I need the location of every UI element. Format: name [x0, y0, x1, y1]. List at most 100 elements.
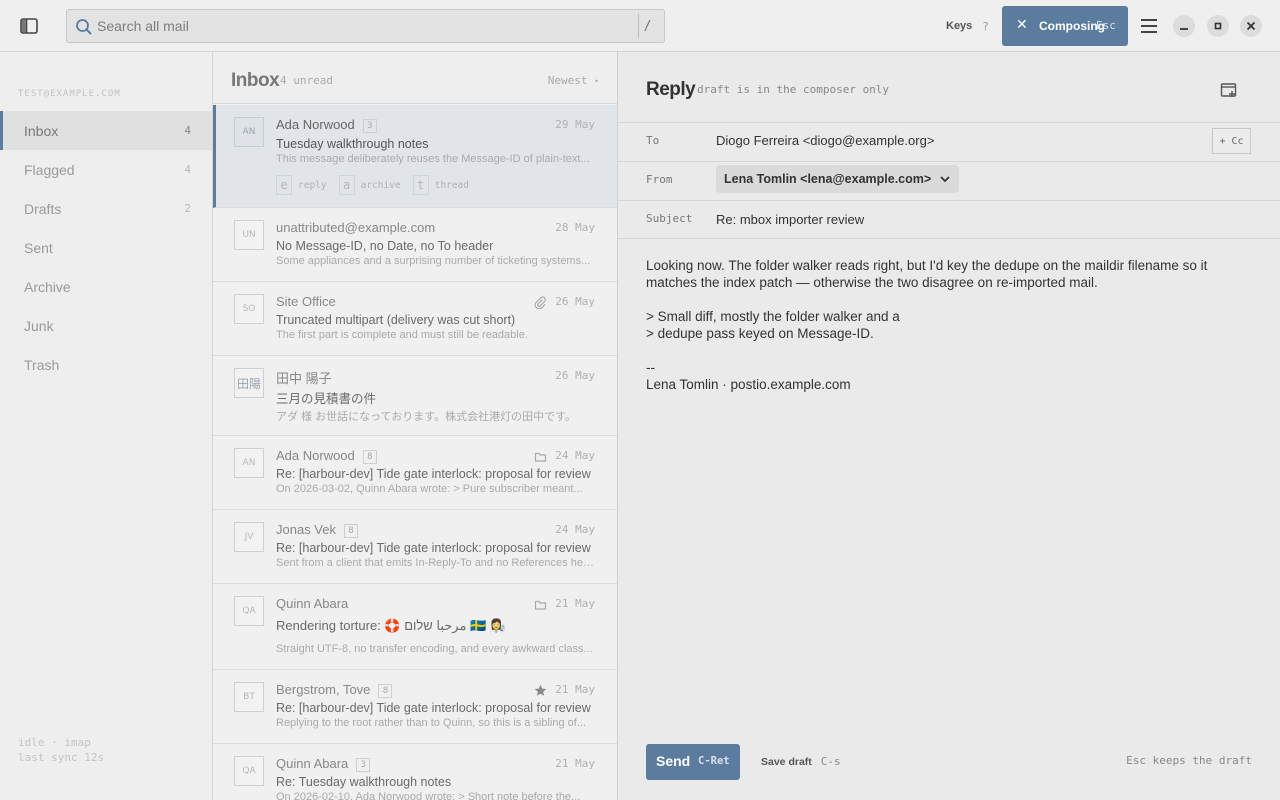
- avatar: AN: [234, 117, 264, 147]
- reply-key: e: [276, 175, 292, 195]
- search-shortcut-hint: /: [638, 14, 656, 38]
- keys-shortcut: ?: [982, 19, 989, 33]
- message-subject: Re: [harbour-dev] Tide gate interlock: p…: [276, 701, 591, 715]
- last-sync: last sync 12s: [18, 751, 105, 764]
- message-row[interactable]: QA Quinn Abara 21 May Rendering torture:…: [213, 584, 617, 670]
- account-email: test@example.com: [18, 89, 121, 99]
- archive-action[interactable]: a archive: [338, 175, 401, 195]
- from-value: Lena Tomlin <lena@example.com>: [724, 172, 932, 186]
- message-preview: Straight UTF-8, no transfer encoding, an…: [276, 643, 593, 655]
- avatar: BT: [234, 682, 264, 712]
- thread-count-badge: 8: [362, 450, 377, 464]
- sidebar-item-flagged[interactable]: Flagged 4: [0, 150, 212, 189]
- thread-count-badge: 3: [356, 758, 371, 772]
- sort-dropdown[interactable]: Newest •: [548, 74, 599, 87]
- message-preview: On 2026-02-10, Ada Norwood wrote: > Shor…: [276, 791, 581, 800]
- avatar: UN: [234, 220, 264, 250]
- message-row[interactable]: QA Quinn Abara 3 21 May Re: Tuesday walkt…: [213, 744, 617, 800]
- message-sender: Site Office: [276, 294, 336, 309]
- message-row[interactable]: AN Ada Norwood 8 24 May Re: [harbour-dev]…: [213, 436, 617, 510]
- thread-key: t: [412, 175, 429, 195]
- archive-key: a: [338, 175, 355, 195]
- minimize-button[interactable]: [1173, 15, 1195, 37]
- message-subject: Truncated multipart (delivery was cut sh…: [276, 313, 516, 327]
- save-draft-button[interactable]: Save draft C-s: [761, 755, 841, 768]
- sender-name: Bergstrom, Tove: [276, 682, 371, 697]
- thread-count-badge: 8: [344, 524, 358, 538]
- unread-count: 4 unread: [280, 74, 333, 87]
- message-row[interactable]: JV Jonas Vek 8 24 May Re: [harbour-dev] T…: [213, 510, 617, 584]
- folder-icon: [534, 596, 547, 610]
- close-window-button[interactable]: [1240, 15, 1262, 37]
- thread-action[interactable]: t thread: [412, 175, 469, 195]
- message-body-editor[interactable]: Looking now. The folder walker reads rig…: [618, 238, 1280, 738]
- subject-input[interactable]: [716, 208, 1236, 230]
- sidebar-item-inbox[interactable]: Inbox 4: [0, 111, 212, 150]
- sync-status: idle · imap last sync 12s: [18, 735, 104, 765]
- message-date: 26 May: [555, 369, 595, 382]
- sidebar-item-sent[interactable]: Sent: [0, 228, 212, 267]
- close-icon: ✕: [1016, 17, 1028, 33]
- message-sender: Ada Norwood 3: [276, 117, 377, 133]
- thread-count-badge: 8: [378, 684, 393, 698]
- to-field[interactable]: Diogo Ferreira <diogo@example.org>: [716, 133, 934, 148]
- folder-icon: [534, 448, 547, 462]
- message-subject: Rendering torture: 🛟 مرحبا שלום 🇸🇪 👩‍🔬: [276, 618, 507, 633]
- composer-title: Reply: [646, 79, 696, 100]
- message-date: 26 May: [555, 295, 595, 308]
- sidebar-toggle-icon[interactable]: [16, 14, 42, 38]
- message-date: 21 May: [555, 597, 595, 610]
- message-sender: Bergstrom, Tove 8: [276, 682, 393, 698]
- message-row[interactable]: BT Bergstrom, Tove 8 21 May Re: [harbour-…: [213, 670, 617, 744]
- message-preview: The first part is complete and must stil…: [276, 329, 528, 341]
- keys-button[interactable]: Keys ?: [946, 14, 989, 38]
- send-label: Send: [656, 753, 691, 769]
- message-row[interactable]: UN unattributed@example.com 28 May No Me…: [213, 208, 617, 282]
- to-label: To: [646, 134, 660, 147]
- message-date: 24 May: [555, 449, 595, 462]
- maximize-button[interactable]: [1207, 15, 1229, 37]
- star-icon[interactable]: [534, 682, 547, 696]
- folder-name: Archive: [24, 278, 71, 295]
- message-preview: Replying to the root rather than to Quin…: [276, 717, 587, 729]
- sidebar-item-junk[interactable]: Junk: [0, 306, 212, 345]
- message-body[interactable]: Looking now. The folder walker reads rig…: [646, 257, 1256, 393]
- popout-icon[interactable]: [1220, 81, 1238, 99]
- message-row[interactable]: 田陽 田中 陽子 26 May 三月の見積書の件 アダ 様 お世話になっておりま…: [213, 356, 617, 436]
- menu-icon[interactable]: [1139, 17, 1159, 35]
- subject-row: Subject: [618, 200, 1280, 239]
- message-row[interactable]: SO Site Office 26 May Truncated multipar…: [213, 282, 617, 356]
- sender-name: Ada Norwood: [276, 117, 355, 132]
- search-input[interactable]: [97, 10, 627, 42]
- quick-actions: e reply a archive t thread: [276, 175, 469, 195]
- avatar: JV: [234, 522, 264, 552]
- send-button[interactable]: Send C-Ret: [646, 744, 740, 780]
- from-select[interactable]: Lena Tomlin <lena@example.com>: [716, 165, 960, 193]
- reply-action[interactable]: e reply: [276, 175, 327, 195]
- reply-action-label: reply: [298, 179, 327, 191]
- avatar: QA: [234, 596, 264, 626]
- sidebar-item-archive[interactable]: Archive: [0, 267, 212, 306]
- esc-note: Esc keeps the draft: [1126, 754, 1252, 767]
- message-list-pane: Inbox 4 unread Newest • AN Ada Norwood 3 …: [213, 52, 618, 800]
- sidebar-item-drafts[interactable]: Drafts 2: [0, 189, 212, 228]
- message-subject: Re: [harbour-dev] Tide gate interlock: p…: [276, 541, 591, 555]
- message-preview: Sent from a client that emits In-Reply-T…: [276, 557, 594, 569]
- add-cc-button[interactable]: + Cc: [1212, 128, 1251, 154]
- message-row[interactable]: AN Ada Norwood 3 29 May Tuesday walkthrou…: [213, 105, 617, 208]
- save-draft-label: Save draft: [761, 755, 812, 768]
- message-date: 29 May: [555, 118, 595, 131]
- folder-name: Drafts: [24, 200, 62, 217]
- avatar: SO: [234, 294, 264, 324]
- composing-button[interactable]: ✕ Composing Esc: [1002, 6, 1128, 46]
- keys-label: Keys: [946, 20, 973, 32]
- sidebar-item-trash[interactable]: Trash: [0, 345, 212, 384]
- message-date: 24 May: [555, 523, 595, 536]
- sort-label: Newest: [547, 74, 588, 87]
- chevron-down-icon: [939, 170, 951, 189]
- list-title: Inbox: [231, 70, 280, 91]
- message-subject: No Message-ID, no Date, no To header: [276, 239, 494, 253]
- folder-name: Junk: [24, 317, 54, 334]
- attachment-icon: [534, 294, 547, 310]
- message-subject: Re: [harbour-dev] Tide gate interlock: p…: [276, 467, 591, 481]
